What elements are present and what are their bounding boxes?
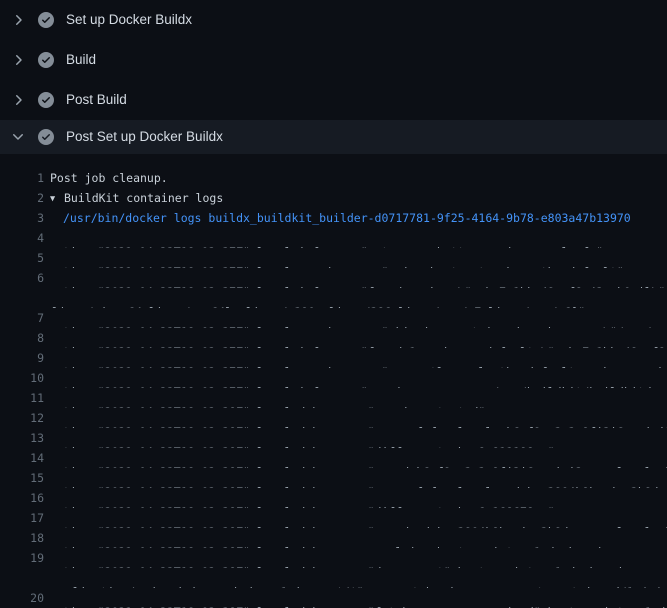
log-line-number[interactable]: 1 <box>0 168 44 188</box>
log-line-text: time="2021-04-23T18:02:37Z" level=info m… <box>63 328 667 348</box>
log-line-text: time="2021-04-23T18:02:37Z" level=info m… <box>63 228 667 248</box>
log-line: 3/usr/bin/docker logs buildx_buildkit_bu… <box>0 208 667 228</box>
step-title: Build <box>66 52 96 68</box>
log-line-number <box>0 568 44 588</box>
log-line-text: time="2021-04-23T18:02:38Z" level=debug … <box>63 428 667 448</box>
log-line-number[interactable]: 16 <box>0 488 44 508</box>
log-line: 6 time="2021-04-23T18:02:37Z" level=info … <box>0 268 667 288</box>
log-line-number[interactable]: 13 <box>0 428 44 448</box>
log-line: application/vnd.oci.image.index.v1+json,… <box>0 568 667 588</box>
log-group-collapse-icon[interactable]: ▼ <box>50 189 64 209</box>
log-line: 18 time="2021-04-23T18:02:38Z" level=debu… <box>0 528 667 548</box>
job-steps-list: Set up Docker Buildx Build Post Build Post … <box>0 0 667 154</box>
log-line: 1 Post job cleanup. <box>0 168 667 188</box>
check-circle-icon <box>38 12 54 28</box>
log-line-text: time="2021-04-23T18:02:38Z" level=debug … <box>63 528 667 548</box>
log-line-number[interactable]: 17 <box>0 508 44 528</box>
log-line-text: time="2021-04-23T18:02:37Z" level=warnin… <box>63 248 667 268</box>
log-line-text: time="2021-04-23T18:02:37Z" level=info m… <box>63 268 667 288</box>
log-line-number[interactable]: 2 <box>0 188 44 208</box>
log-line: 16 time="2021-04-23T18:02:38Z" level=debu… <box>0 488 667 508</box>
log-line-number[interactable]: 9 <box>0 348 44 368</box>
log-line-text: time="2021-04-23T18:02:37Z" level=warnin… <box>63 308 667 328</box>
log-line-text: application/vnd.oci.image.index.v1+json,… <box>52 568 667 588</box>
check-circle-icon <box>38 52 54 68</box>
log-line: 14 time="2021-04-23T18:02:38Z" level=debu… <box>0 448 667 468</box>
log-line-number[interactable]: 7 <box>0 308 44 328</box>
log-line: 13 time="2021-04-23T18:02:38Z" level=debu… <box>0 428 667 448</box>
log-line-number[interactable]: 18 <box>0 528 44 548</box>
log-line: 5 time="2021-04-23T18:02:37Z" level=warni… <box>0 248 667 268</box>
log-line: 20 time="2021-04-23T18:02:38Z" level=debu… <box>0 588 667 608</box>
step-title: Post Build <box>66 92 127 108</box>
check-circle-icon <box>38 92 54 108</box>
log-line-text: time="2021-04-23T18:02:38Z" level=debug … <box>63 408 667 428</box>
log-line-text: time="2021-04-23T18:02:38Z" level=debug … <box>63 448 667 468</box>
chevron-down-icon <box>10 129 26 145</box>
log-line-text: time="2021-04-23T18:02:38Z" level=debug … <box>63 508 667 528</box>
log-command-text: /usr/bin/docker logs buildx_buildkit_bui… <box>63 208 667 228</box>
step-title: Set up Docker Buildx <box>66 12 192 28</box>
log-group-header-text: ▼BuildKit container logs <box>50 188 667 208</box>
chevron-right-icon <box>10 12 26 28</box>
log-line-number[interactable]: 6 <box>0 268 44 288</box>
step-row-post-set-up-docker-buildx[interactable]: Post Set up Docker Buildx <box>0 120 667 154</box>
log-line-text: linux/riscv64 linux/ppc64le linux/s390x … <box>52 288 667 308</box>
log-line-number <box>0 288 44 308</box>
log-line: 12 time="2021-04-23T18:02:38Z" level=debu… <box>0 408 667 428</box>
log-line-text: time="2021-04-23T18:02:37Z" level=info m… <box>63 368 667 388</box>
log-line: linux/riscv64 linux/ppc64le linux/s390x … <box>0 288 667 308</box>
log-line: 10 time="2021-04-23T18:02:37Z" level=info… <box>0 368 667 388</box>
log-line: 9 time="2021-04-23T18:02:37Z" level=warni… <box>0 348 667 368</box>
log-line-number[interactable]: 19 <box>0 548 44 568</box>
log-line-number[interactable]: 4 <box>0 228 44 248</box>
log-line-number[interactable]: 5 <box>0 248 44 268</box>
step-row-set-up-docker-buildx[interactable]: Set up Docker Buildx <box>0 0 667 40</box>
log-line-number[interactable]: 3 <box>0 208 44 228</box>
log-line: 15 time="2021-04-23T18:02:38Z" level=debu… <box>0 468 667 488</box>
log-line: 17 time="2021-04-23T18:02:38Z" level=debu… <box>0 508 667 528</box>
log-line-text: Post job cleanup. <box>50 168 667 188</box>
log-line-text: time="2021-04-23T18:02:38Z" level=debug … <box>63 488 667 508</box>
check-circle-icon <box>38 129 54 145</box>
log-line-text: time="2021-04-23T18:02:37Z" level=warnin… <box>63 348 667 368</box>
step-title: Post Set up Docker Buildx <box>66 129 223 145</box>
log-line-text: time="2021-04-23T18:02:38Z" level=debug … <box>63 388 667 408</box>
log-line-text: time="2021-04-23T18:02:38Z" level=debug … <box>63 548 667 568</box>
log-line-number[interactable]: 8 <box>0 328 44 348</box>
log-line-number[interactable]: 10 <box>0 368 44 388</box>
log-line-number[interactable]: 14 <box>0 448 44 468</box>
chevron-right-icon <box>10 92 26 108</box>
log-line: 2 ▼BuildKit container logs <box>0 188 667 208</box>
log-line-number[interactable]: 15 <box>0 468 44 488</box>
log-line-number[interactable]: 11 <box>0 388 44 408</box>
log-line: 19 time="2021-04-23T18:02:38Z" level=debu… <box>0 548 667 568</box>
chevron-right-icon <box>10 52 26 68</box>
log-line-text: time="2021-04-23T18:02:38Z" level=debug … <box>63 468 667 488</box>
log-line: 8 time="2021-04-23T18:02:37Z" level=info … <box>0 328 667 348</box>
step-row-post-build[interactable]: Post Build <box>0 80 667 120</box>
step-log-panel: 1 Post job cleanup. 2 ▼BuildKit container l… <box>0 154 667 608</box>
log-line-number[interactable]: 12 <box>0 408 44 428</box>
step-row-build[interactable]: Build <box>0 40 667 80</box>
log-line: 11 time="2021-04-23T18:02:38Z" level=debu… <box>0 388 667 408</box>
log-line-text: time="2021-04-23T18:02:38Z" level=debug … <box>63 588 667 608</box>
log-line: 7 time="2021-04-23T18:02:37Z" level=warni… <box>0 308 667 328</box>
log-line-number[interactable]: 20 <box>0 588 44 608</box>
log-line: 4 time="2021-04-23T18:02:37Z" level=info … <box>0 228 667 248</box>
